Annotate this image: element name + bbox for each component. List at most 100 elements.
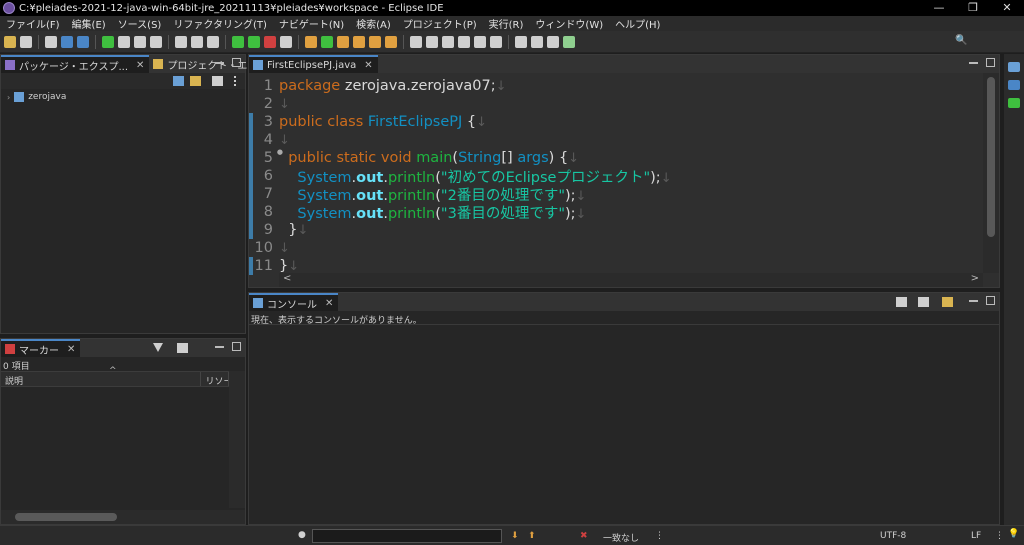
tree-item-project[interactable]: › zerojava (7, 92, 66, 102)
view-menu-icon[interactable] (234, 76, 237, 86)
code-line[interactable]: 3 public class FirstEclipsePJ {↓ (249, 113, 983, 131)
menu-refactor[interactable]: リファクタリング(T) (169, 16, 275, 31)
close-tab-icon[interactable]: ✕ (136, 60, 144, 71)
code-line[interactable]: 5 ● public static void main(String[] args… (249, 148, 983, 167)
expand-arrow-icon[interactable]: › (7, 93, 10, 102)
toolbar-icon[interactable] (426, 35, 438, 48)
task-list-icon[interactable] (1008, 80, 1020, 90)
toolbar-icon[interactable] (77, 35, 89, 48)
scroll-thumb[interactable] (987, 77, 995, 237)
code-line[interactable]: 4 ↓ (249, 131, 983, 149)
toolbar-icon[interactable] (369, 35, 381, 48)
new-console-icon[interactable] (942, 297, 953, 307)
open-console-icon[interactable] (896, 297, 907, 307)
toolbar-icon[interactable] (232, 35, 244, 48)
column-resource[interactable]: リソー (201, 372, 229, 386)
maximize-view-icon[interactable] (232, 342, 241, 351)
display-console-icon[interactable] (918, 297, 929, 307)
link-editor-icon[interactable] (190, 76, 201, 86)
search-icon[interactable]: 🔍 (955, 35, 967, 46)
toolbar-icon[interactable] (458, 35, 470, 48)
outline-icon[interactable] (1008, 62, 1020, 72)
collapse-all-icon[interactable] (173, 76, 184, 86)
menu-edit[interactable]: 編集(E) (68, 16, 114, 31)
markers-vertical-scrollbar[interactable] (229, 371, 245, 508)
toolbar-icon[interactable] (248, 35, 260, 48)
scroll-right-icon[interactable]: > (971, 273, 979, 284)
toolbar-icon[interactable] (20, 35, 32, 48)
code-line[interactable]: 7 System.out.println("2番目の処理です");↓ (249, 185, 983, 204)
menu-file[interactable]: ファイル(F) (2, 16, 68, 31)
minimize-view-icon[interactable] (969, 58, 978, 64)
tab-firsteclipsepj-java[interactable]: FirstEclipsePJ.java ✕ (249, 55, 378, 73)
find-next-icon[interactable]: ⬆ (528, 531, 536, 541)
toolbar-icon[interactable] (385, 35, 397, 48)
toolbar-icon[interactable] (264, 35, 276, 48)
editor-vertical-scrollbar[interactable] (983, 73, 999, 273)
code-line[interactable]: 8 System.out.println("3番目の処理です");↓ (249, 203, 983, 222)
tab-package-explorer[interactable]: パッケージ・エクスプ... ✕ (1, 55, 150, 73)
code-line[interactable]: 9 }↓ (249, 221, 983, 239)
close-tab-icon[interactable]: ✕ (364, 60, 372, 71)
toolbar-icon[interactable] (547, 35, 559, 48)
focus-icon[interactable] (212, 76, 223, 86)
status-more-icon[interactable]: ⋮ (655, 531, 664, 541)
toolbar-icon[interactable] (531, 35, 543, 48)
toolbar-icon[interactable] (102, 35, 114, 48)
toolbar-icon[interactable] (474, 35, 486, 48)
markers-horizontal-scrollbar[interactable] (1, 510, 245, 524)
toolbar-icon[interactable] (118, 35, 130, 48)
minimize-button[interactable]: — (922, 0, 956, 16)
minimize-view-icon[interactable] (969, 296, 978, 302)
toolbar-icon[interactable] (442, 35, 454, 48)
code-line[interactable]: 6 System.out.println("初めてのEclipseプロジェクト"… (249, 167, 983, 186)
menu-run[interactable]: 実行(R) (485, 16, 532, 31)
menu-project[interactable]: プロジェクト(P) (399, 16, 485, 31)
tip-bulb-icon[interactable]: 💡 (1008, 529, 1019, 539)
editor-horizontal-scrollbar[interactable]: < > (279, 273, 983, 287)
close-window-button[interactable]: ✕ (990, 0, 1024, 16)
close-tab-icon[interactable]: ✕ (325, 298, 333, 309)
filter-icon[interactable] (153, 343, 163, 352)
tab-markers[interactable]: マーカー ✕ (1, 339, 81, 357)
toolbar-icon[interactable] (410, 35, 422, 48)
menu-source[interactable]: ソース(S) (114, 16, 170, 31)
scroll-thumb[interactable] (15, 513, 117, 521)
maximize-view-icon[interactable] (986, 296, 995, 305)
menu-search[interactable]: 検索(A) (352, 16, 399, 31)
maximize-button[interactable]: ❐ (956, 0, 990, 16)
toolbar-icon[interactable] (61, 35, 73, 48)
toolbar-icon[interactable] (490, 35, 502, 48)
line-ending-label[interactable]: LF (971, 531, 981, 541)
code-line[interactable]: 10 ↓ (249, 239, 983, 257)
toolbar-icon[interactable] (515, 35, 527, 48)
encoding-label[interactable]: UTF-8 (880, 531, 906, 541)
find-previous-icon[interactable]: ⬇ (511, 531, 519, 541)
toolbar-icon[interactable] (337, 35, 349, 48)
minimize-view-icon[interactable] (215, 342, 224, 348)
scroll-left-icon[interactable]: < (283, 273, 291, 284)
minimize-view-icon[interactable] (215, 58, 224, 64)
menu-navigate[interactable]: ナビゲート(N) (275, 16, 352, 31)
toolbar-icon[interactable] (191, 35, 203, 48)
close-tab-icon[interactable]: ✕ (67, 344, 75, 355)
maximize-view-icon[interactable] (232, 58, 241, 67)
toolbar-icon[interactable] (321, 35, 333, 48)
toolbar-icon[interactable] (150, 35, 162, 48)
code-area[interactable]: 1 package zerojava.zerojava07;↓ 2 ↓ 3 public … (249, 73, 983, 275)
focus-icon[interactable] (177, 343, 188, 353)
maximize-view-icon[interactable] (986, 58, 995, 67)
find-input[interactable] (312, 529, 502, 543)
toolbar-icon[interactable] (207, 35, 219, 48)
menu-window[interactable]: ウィンドウ(W) (531, 16, 611, 31)
column-description[interactable]: 説明 (1, 372, 202, 386)
toolbar-icon[interactable] (280, 35, 292, 48)
toolbar-icon[interactable] (134, 35, 146, 48)
toolbar-icon[interactable] (353, 35, 365, 48)
fold-marker-icon[interactable]: ● (277, 148, 283, 156)
toolbar-icon[interactable] (305, 35, 317, 48)
status-more-icon[interactable]: ⋮ (995, 531, 1004, 541)
tab-console[interactable]: コンソール ✕ (249, 293, 339, 311)
toolbar-icon[interactable] (175, 35, 187, 48)
clear-find-icon[interactable]: ✖ (580, 531, 588, 541)
